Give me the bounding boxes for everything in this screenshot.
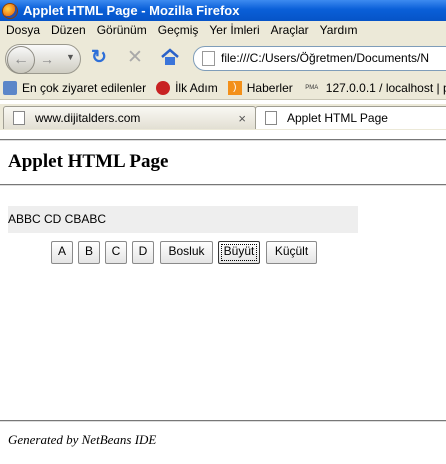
menu-duzen[interactable]: Düzen: [45, 23, 91, 37]
menu-bar: Dosya Düzen Görünüm Geçmiş Yer İmleri Ar…: [0, 21, 446, 39]
phpmyadmin-icon: PMA: [305, 85, 319, 91]
home-icon[interactable]: [159, 47, 181, 69]
applet-text-area: ABBC CD CBABC: [8, 206, 358, 233]
reload-icon[interactable]: ↻: [88, 47, 110, 69]
tab-dijitalders[interactable]: www.dijitalders.com ×: [3, 106, 256, 129]
tab-label: www.dijitalders.com: [35, 111, 141, 125]
bookmark-most-visited[interactable]: En çok ziyaret edilenler: [0, 81, 146, 95]
bookmarks-toolbar: En çok ziyaret edilenler İlk Adım ) Haber…: [0, 77, 446, 100]
menu-yer-imleri[interactable]: Yer İmleri: [203, 23, 264, 37]
menu-dosya[interactable]: Dosya: [0, 23, 45, 37]
tab-applet-page[interactable]: Applet HTML Page: [255, 106, 446, 129]
footer-text: Generated by NetBeans IDE: [8, 432, 157, 447]
tab-close-icon[interactable]: ×: [238, 111, 246, 126]
navigation-toolbar: ← → ▼ ↻ ✕ file:///C:/Users/Öğretmen/Docu…: [0, 39, 446, 77]
forward-arrow-icon[interactable]: →: [40, 51, 54, 67]
kucult-button[interactable]: Küçült: [266, 241, 317, 264]
page-icon: [202, 51, 215, 67]
address-bar[interactable]: file:///C:/Users/Öğretmen/Documents/N: [193, 46, 446, 71]
button-a[interactable]: A: [51, 241, 73, 264]
bookmark-first-steps[interactable]: İlk Adım: [153, 81, 218, 95]
heading-rule: [0, 184, 446, 186]
applet-output-text: ABBC CD CBABC: [8, 212, 107, 226]
menu-yardim[interactable]: Yardım: [314, 23, 363, 37]
menu-gorunum[interactable]: Görünüm: [91, 23, 152, 37]
stop-icon[interactable]: ✕: [124, 47, 146, 69]
firefox-logo-icon: [2, 2, 18, 19]
menu-gecmis[interactable]: Geçmiş: [152, 23, 204, 37]
rss-feed-icon: ): [227, 81, 242, 95]
bookmark-localhost[interactable]: PMA127.0.0.1 / localhost | p...: [300, 81, 446, 95]
tab-strip: www.dijitalders.com × Applet HTML Page: [0, 104, 446, 130]
tab-page-icon: [13, 111, 25, 125]
button-b[interactable]: B: [78, 241, 100, 264]
buyut-button[interactable]: Büyüt: [218, 241, 260, 264]
bosluk-button[interactable]: Bosluk: [160, 241, 213, 264]
back-forward-group: ← → ▼: [5, 44, 81, 74]
top-rule: [0, 139, 446, 141]
window-titlebar: Applet HTML Page - Mozilla Firefox: [0, 0, 446, 21]
window-title: Applet HTML Page - Mozilla Firefox: [23, 3, 240, 18]
ilk-adim-icon: [156, 81, 171, 95]
back-arrow-icon[interactable]: ←: [7, 46, 35, 74]
button-d[interactable]: D: [132, 241, 154, 264]
bookmark-folder-icon: [3, 81, 17, 95]
menu-araclar[interactable]: Araçlar: [265, 23, 314, 37]
tab-label: Applet HTML Page: [287, 111, 388, 125]
button-c[interactable]: C: [105, 241, 127, 264]
footer-rule: [0, 420, 446, 422]
history-dropdown-icon[interactable]: ▼: [66, 52, 75, 62]
address-url: file:///C:/Users/Öğretmen/Documents/N: [221, 51, 430, 65]
bookmark-news[interactable]: ) Haberler: [225, 81, 293, 95]
tab-page-icon: [265, 111, 277, 125]
page-heading: Applet HTML Page: [8, 151, 169, 172]
page-content: Applet HTML Page ABBC CD CBABC A B C D B…: [0, 131, 446, 464]
